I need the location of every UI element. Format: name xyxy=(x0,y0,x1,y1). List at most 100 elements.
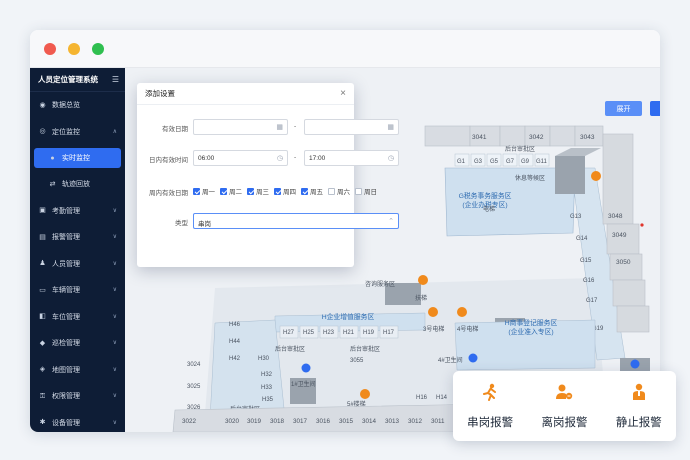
chevron-down-icon: ∨ xyxy=(112,340,117,347)
svg-text:H33: H33 xyxy=(261,385,273,391)
weekday-label: 周三 xyxy=(256,189,269,196)
alarm-item-off-post[interactable]: 离岗报警 xyxy=(527,371,601,441)
device-icon: ✱ xyxy=(39,419,46,427)
valid-date-row: 有效日期 ▦ - ▦ xyxy=(137,119,399,135)
svg-text:G9: G9 xyxy=(521,159,530,165)
weekday-label: 周日 xyxy=(364,189,377,196)
weekday-checkbox-4[interactable]: 周五 xyxy=(301,186,323,196)
person-still-icon xyxy=(630,383,648,406)
sidebar-item-label: 设备管理 xyxy=(52,419,80,427)
app-title-bar: 人员定位管理系统 ☰ xyxy=(30,68,125,92)
end-time-field[interactable]: 17:00 ◷ xyxy=(304,150,399,166)
room-3041: 3041 xyxy=(472,134,487,141)
alarm-label: 串岗报警 xyxy=(467,416,514,429)
svg-text:1#卫生间: 1#卫生间 xyxy=(291,380,316,388)
type-select[interactable]: 串岗 ⌃ xyxy=(193,213,399,229)
checkbox-icon xyxy=(247,187,254,195)
weekday-label: 周四 xyxy=(283,189,296,196)
minimize-window-button[interactable] xyxy=(68,43,80,55)
sidebar-item-label: 车位管理 xyxy=(52,313,80,321)
sidebar-item-6[interactable]: ♟ 人员管理 ∨ xyxy=(30,251,125,278)
svg-text:3016: 3016 xyxy=(316,418,331,425)
weekday-checkbox-2[interactable]: 周三 xyxy=(247,186,269,196)
start-time-value: 06:00 xyxy=(198,155,215,162)
weekday-label: 周五 xyxy=(310,189,323,196)
sidebar-item-label: 巡检管理 xyxy=(52,340,80,348)
weekday-label: 周一 xyxy=(202,189,215,196)
sidebar-item-10[interactable]: ◈ 地图管理 ∨ xyxy=(30,357,125,384)
expand-button[interactable]: 展开 xyxy=(605,101,642,116)
sidebar-item-3[interactable]: ⇄ 轨迹回放 xyxy=(30,171,125,198)
svg-text:H19: H19 xyxy=(363,330,375,336)
svg-text:H46: H46 xyxy=(229,322,241,328)
alarm-item-stillness[interactable]: 静止报警 xyxy=(602,371,676,441)
sidebar-item-12[interactable]: ✱ 设备管理 ∨ xyxy=(30,410,125,433)
map-icon: ◈ xyxy=(39,366,46,374)
svg-text:3019: 3019 xyxy=(247,418,262,425)
parking-icon: ◧ xyxy=(39,313,46,321)
chevron-down-icon: ∨ xyxy=(112,366,117,373)
title-bar xyxy=(30,30,660,68)
svg-text:3014: 3014 xyxy=(362,418,377,425)
svg-text:G15: G15 xyxy=(580,258,592,264)
svg-text:H27: H27 xyxy=(283,330,295,336)
svg-text:电梯: 电梯 xyxy=(483,205,495,213)
svg-text:3048: 3048 xyxy=(608,213,623,220)
svg-text:H35: H35 xyxy=(262,397,274,403)
sidebar-item-2[interactable]: ● 实时监控 xyxy=(34,148,121,168)
sidebar-item-4[interactable]: ▣ 考勤管理 ∨ xyxy=(30,198,125,225)
svg-text:3024: 3024 xyxy=(187,362,201,368)
clock-icon: ◷ xyxy=(276,155,283,162)
svg-text:G13: G13 xyxy=(570,214,582,220)
close-window-button[interactable] xyxy=(44,43,56,55)
calendar-icon: ▣ xyxy=(39,207,46,215)
valid-date-start-field[interactable]: ▦ xyxy=(193,119,288,135)
svg-text:G7: G7 xyxy=(506,159,515,165)
daily-time-label: 日内有效时间 xyxy=(149,157,188,164)
svg-text:G5: G5 xyxy=(490,159,499,165)
sidebar-item-label: 轨迹回放 xyxy=(62,181,90,189)
sidebar-item-label: 权限管理 xyxy=(52,393,80,401)
alarm-label: 离岗报警 xyxy=(541,416,588,429)
sidebar-item-0[interactable]: ◉ 数据总览 xyxy=(30,92,125,119)
car-icon: ▭ xyxy=(39,286,46,294)
svg-text:3018: 3018 xyxy=(270,418,285,425)
valid-date-end-field[interactable]: ▦ xyxy=(304,119,399,135)
start-time-field[interactable]: 06:00 ◷ xyxy=(193,150,288,166)
sidebar-item-9[interactable]: ◆ 巡检管理 ∨ xyxy=(30,330,125,357)
sidebar-item-1[interactable]: ◎ 定位监控 ∧ xyxy=(30,119,125,146)
key-icon: ⚿ xyxy=(39,392,46,400)
app-title: 人员定位管理系统 xyxy=(38,75,98,84)
svg-text:3020: 3020 xyxy=(225,418,240,425)
alarm-item-wandering[interactable]: 串岗报警 xyxy=(453,371,527,441)
location-icon: ◎ xyxy=(39,128,46,136)
svg-text:咨询服务区: 咨询服务区 xyxy=(365,280,395,288)
menu-toggle-icon[interactable]: ☰ xyxy=(112,75,119,84)
sidebar-item-label: 人员管理 xyxy=(52,260,80,268)
chevron-down-icon: ∨ xyxy=(112,260,117,267)
alarm-icon: ▤ xyxy=(39,233,46,241)
weekday-checkbox-3[interactable]: 周四 xyxy=(274,186,296,196)
sidebar-item-5[interactable]: ▤ 报警管理 ∨ xyxy=(30,224,125,251)
room-3042: 3042 xyxy=(529,134,544,141)
type-row: 类型 串岗 ⌃ xyxy=(137,213,399,229)
add-button[interactable]: 添加 xyxy=(650,101,660,116)
chevron-down-icon: ∨ xyxy=(112,207,117,214)
svg-text:H商事登记服务区: H商事登记服务区 xyxy=(505,318,558,327)
weekday-label: 周二 xyxy=(229,189,242,196)
track-icon: ⇄ xyxy=(49,180,56,188)
maximize-window-button[interactable] xyxy=(92,43,104,55)
sidebar-item-7[interactable]: ▭ 车辆管理 ∨ xyxy=(30,277,125,304)
sidebar-item-11[interactable]: ⚿ 权限管理 ∨ xyxy=(30,383,125,410)
weekday-label: 周内有效日期 xyxy=(149,190,188,197)
weekday-checkbox-1[interactable]: 周二 xyxy=(220,186,242,196)
weekday-checkbox-5[interactable]: 周六 xyxy=(328,186,350,196)
weekday-checkbox-6[interactable]: 周日 xyxy=(355,186,377,196)
weekday-checkbox-0[interactable]: 周一 xyxy=(193,186,215,196)
svg-text:3049: 3049 xyxy=(612,232,627,239)
sidebar-item-label: 考勤管理 xyxy=(52,207,80,215)
close-icon[interactable]: × xyxy=(340,88,346,99)
sidebar-item-8[interactable]: ◧ 车位管理 ∨ xyxy=(30,304,125,331)
svg-text:3011: 3011 xyxy=(431,418,445,425)
chevron-down-icon: ∨ xyxy=(112,313,117,320)
